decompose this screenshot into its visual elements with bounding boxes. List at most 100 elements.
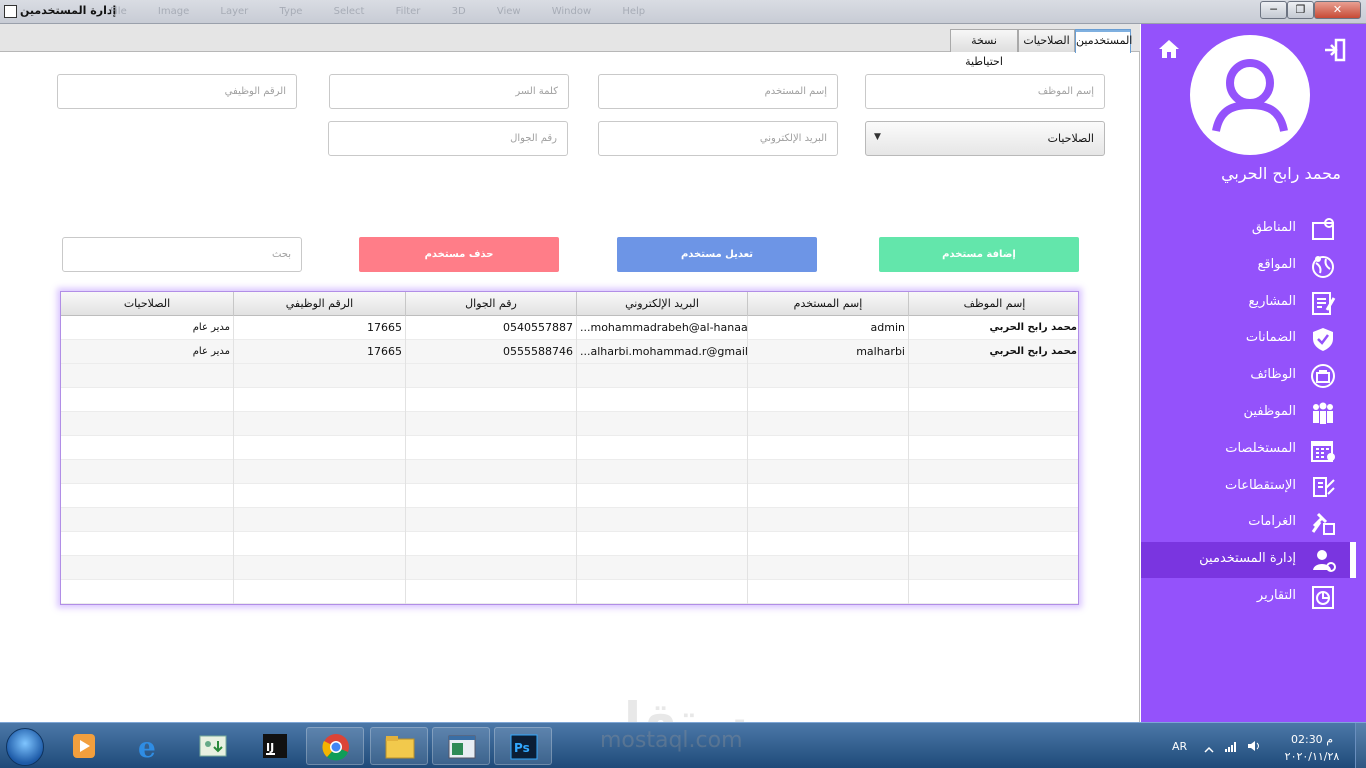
- intellij-icon[interactable]: IJ: [246, 727, 304, 765]
- password-field[interactable]: كلمة السر: [329, 74, 569, 109]
- clock-time[interactable]: 02:30 م: [1282, 733, 1342, 746]
- cell-employee: محمد رابح الحربي: [908, 340, 1078, 364]
- table-cell-empty: [747, 556, 908, 580]
- calendar-icon: [1310, 437, 1336, 463]
- cell-mobile: 0555588746: [405, 340, 576, 364]
- table-cell-empty: [405, 532, 576, 556]
- photoshop-icon[interactable]: Ps: [494, 727, 552, 765]
- table-cell-empty: [576, 364, 747, 388]
- table-row-empty[interactable]: [61, 436, 1078, 460]
- show-desktop-button[interactable]: [1355, 723, 1366, 768]
- downloads-icon[interactable]: [184, 727, 242, 765]
- sidebar-item-sites[interactable]: المواقع: [1141, 248, 1350, 284]
- table-cell-empty: [747, 532, 908, 556]
- app-window-icon[interactable]: [432, 727, 490, 765]
- table-row-empty[interactable]: [61, 508, 1078, 532]
- table-cell-empty: [61, 508, 233, 532]
- cell-permissions: مدير عام: [192, 346, 230, 357]
- app-icon: [4, 5, 17, 18]
- edit-user-button[interactable]: تعديل مستخدم: [617, 237, 817, 272]
- language-indicator[interactable]: AR: [1172, 740, 1187, 753]
- users-table[interactable]: إسم الموظف إسم المستخدم البريد الإلكترون…: [60, 291, 1079, 605]
- close-button[interactable]: ✕: [1314, 1, 1361, 19]
- maximize-button[interactable]: ❐: [1287, 1, 1314, 19]
- table-cell-empty: [405, 412, 576, 436]
- sidebar-item-regions[interactable]: المناطق: [1141, 211, 1350, 247]
- tab-users[interactable]: المستخدمين: [1075, 29, 1132, 53]
- employee-name-field[interactable]: إسم الموظف: [865, 74, 1105, 109]
- clock-date[interactable]: ٢٠٢٠/١١/٢٨: [1276, 750, 1348, 763]
- start-button[interactable]: [6, 728, 44, 766]
- table-cell-empty: [576, 580, 747, 604]
- network-icon[interactable]: [1224, 738, 1240, 757]
- chevron-down-icon: ▼: [874, 132, 881, 142]
- sidebar-item-reports[interactable]: التقارير: [1141, 579, 1350, 615]
- table-cell-empty: [908, 484, 1078, 508]
- sidebar-item-deductions[interactable]: الإستقطاعات: [1141, 469, 1350, 505]
- table-row-empty[interactable]: [61, 412, 1078, 436]
- tab-permissions[interactable]: الصلاحيات: [1018, 29, 1075, 52]
- mobile-field[interactable]: رقم الجوال: [328, 121, 568, 156]
- table-cell-empty: [747, 508, 908, 532]
- table-cell-empty: [405, 436, 576, 460]
- email-field[interactable]: البريد الإلكتروني: [598, 121, 838, 156]
- table-row[interactable]: محمد رابح الحربي admin ...mohammadrabeh@…: [61, 316, 1078, 340]
- table-row-empty[interactable]: [61, 532, 1078, 556]
- table-cell-empty: [61, 556, 233, 580]
- table-row-empty[interactable]: [61, 364, 1078, 388]
- table-cell-empty: [576, 508, 747, 532]
- table-cell-empty: [747, 388, 908, 412]
- media-player-icon[interactable]: [54, 727, 112, 765]
- internet-explorer-icon[interactable]: e: [120, 727, 178, 765]
- table-cell-empty: [908, 460, 1078, 484]
- col-email[interactable]: البريد الإلكتروني: [576, 292, 747, 316]
- table-cell-empty: [233, 460, 405, 484]
- add-user-button[interactable]: إضافة مستخدم: [879, 237, 1079, 272]
- cell-email: ...alharbi.mohammad.r@gmail: [576, 340, 747, 364]
- col-permissions[interactable]: الصلاحيات: [61, 292, 233, 316]
- sidebar-item-label: المناطق: [1251, 220, 1296, 235]
- minimize-button[interactable]: ─: [1260, 1, 1287, 19]
- sidebar: محمد رابح الحربي المناطق المواقع المشاريع ا…: [1141, 24, 1366, 722]
- table-cell-empty: [405, 364, 576, 388]
- chrome-icon[interactable]: [306, 727, 364, 765]
- home-icon[interactable]: [1157, 38, 1181, 64]
- search-input[interactable]: بحث: [62, 237, 302, 272]
- sidebar-item-guarantees[interactable]: الضمانات: [1141, 321, 1350, 357]
- tray-arrow-icon[interactable]: [1204, 740, 1214, 759]
- sidebar-item-jobs[interactable]: الوظائف: [1141, 358, 1350, 394]
- col-job-number[interactable]: الرقم الوظيفي: [233, 292, 405, 316]
- user-settings-icon: [1310, 547, 1336, 573]
- table-cell-empty: [908, 556, 1078, 580]
- table-row-empty[interactable]: [61, 484, 1078, 508]
- table-row[interactable]: محمد رابح الحربي malharbi ...alharbi.moh…: [61, 340, 1078, 364]
- table-cell-empty: [747, 364, 908, 388]
- file-explorer-icon[interactable]: [370, 727, 428, 765]
- table-row-empty[interactable]: [61, 388, 1078, 412]
- permissions-select[interactable]: ▼ الصلاحيات: [865, 121, 1105, 156]
- job-number-field[interactable]: الرقم الوظيفي: [57, 74, 297, 109]
- col-employee[interactable]: إسم الموظف: [908, 292, 1078, 316]
- table-cell-empty: [576, 556, 747, 580]
- sidebar-item-user-management[interactable]: إدارة المستخدمين: [1141, 542, 1350, 579]
- delete-user-button[interactable]: حذف مستخدم: [359, 237, 559, 272]
- username-field[interactable]: إسم المستخدم: [598, 74, 838, 109]
- sidebar-item-employees[interactable]: الموظفين: [1141, 395, 1350, 431]
- col-username[interactable]: إسم المستخدم: [747, 292, 908, 316]
- sidebar-item-projects[interactable]: المشاريع: [1141, 285, 1350, 321]
- sidebar-item-fines[interactable]: الغرامات: [1141, 505, 1350, 541]
- volume-icon[interactable]: [1246, 738, 1262, 757]
- table-row-empty[interactable]: [61, 460, 1078, 484]
- tab-backup[interactable]: نسخة احتياطية: [950, 29, 1018, 68]
- table-cell-empty: [576, 532, 747, 556]
- table-cell-empty: [233, 556, 405, 580]
- sidebar-item-label: الغرامات: [1248, 514, 1296, 530]
- sidebar-item-extracts[interactable]: المستخلصات: [1141, 432, 1350, 468]
- table-row-empty[interactable]: [61, 580, 1078, 604]
- logout-icon[interactable]: [1323, 38, 1347, 66]
- col-mobile[interactable]: رقم الجوال: [405, 292, 576, 316]
- table-cell-empty: [908, 436, 1078, 460]
- table-row-empty[interactable]: [61, 556, 1078, 580]
- table-cell-empty: [61, 580, 233, 604]
- deductions-icon: [1310, 474, 1336, 500]
